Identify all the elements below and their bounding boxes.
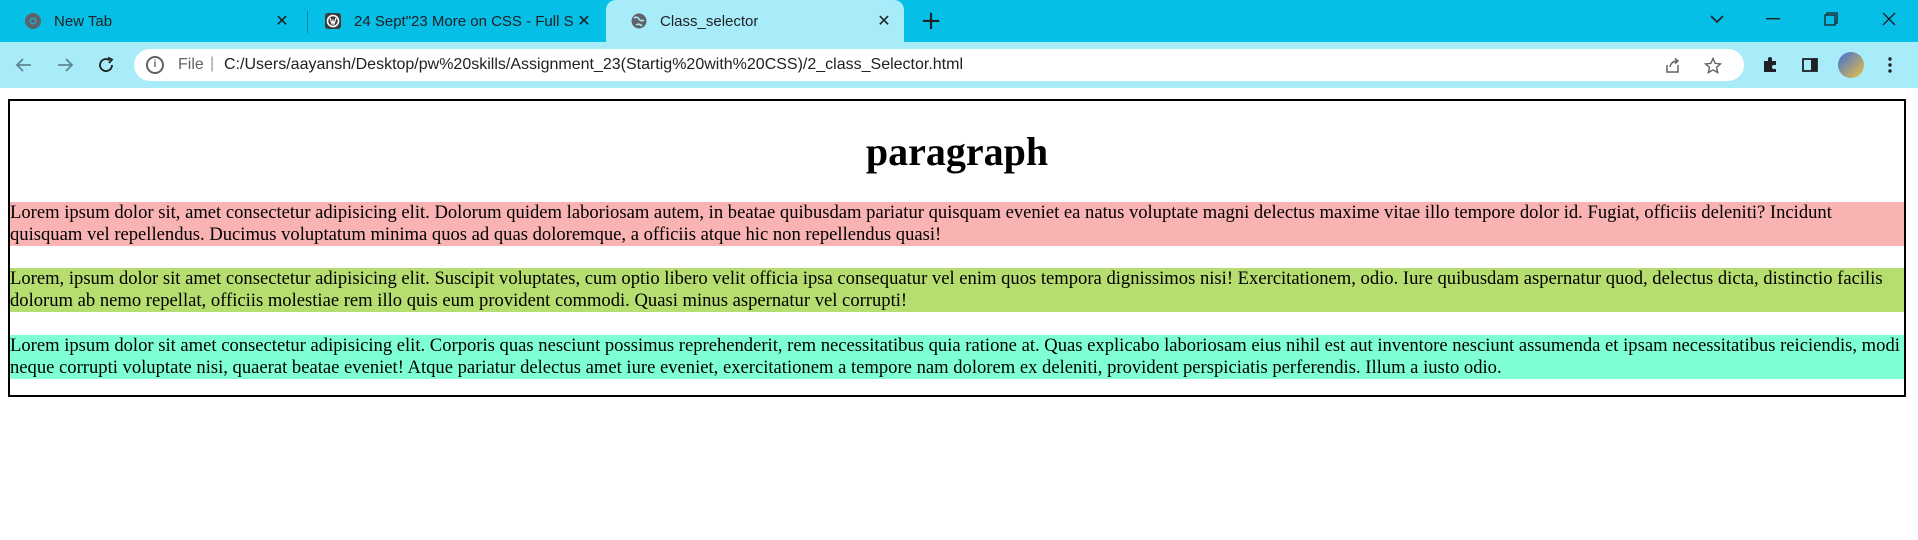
url-scheme: File [178,56,204,73]
paragraph-green: Lorem, ipsum dolor sit amet consectetur … [10,268,1904,312]
close-icon[interactable]: ✕ [574,11,594,31]
new-tab-button[interactable]: + [918,8,944,35]
page-container: paragraph Lorem ipsum dolor sit, amet co… [8,99,1906,397]
kebab-menu-icon[interactable] [1878,53,1902,77]
close-icon[interactable]: ✕ [272,11,292,31]
tab-class-selector[interactable]: Class_selector ✕ [606,0,904,42]
tab-strip: New Tab ✕ 24 Sept"23 More on CSS - Full … [0,0,1918,42]
page-heading: paragraph [865,129,1049,174]
profile-avatar[interactable] [1838,52,1864,78]
paragraph-aquamarine: Lorem ipsum dolor sit amet consectetur a… [10,335,1904,379]
url-text[interactable]: C:/Users/aayansh/Desktop/pw%20skills/Ass… [224,56,963,74]
close-window-icon[interactable] [1866,0,1912,38]
restore-icon[interactable] [1808,0,1854,38]
minimize-icon[interactable] [1750,0,1796,38]
browser-toolbar: i File | C:/Users/aayansh/Desktop/pw%20s… [0,42,1918,88]
back-arrow-icon[interactable] [10,51,38,79]
chrome-icon [24,12,42,30]
info-icon[interactable]: i [146,56,164,74]
url-divider: | [210,55,215,72]
address-bar[interactable]: i File | C:/Users/aayansh/Desktop/pw%20s… [134,49,1744,81]
side-panel-icon[interactable] [1798,53,1822,77]
tab-new-tab[interactable]: New Tab ✕ [0,0,302,42]
reload-icon[interactable] [92,51,120,79]
tab-title: New Tab [54,12,113,30]
extensions-icon[interactable] [1758,53,1782,77]
tab-title: 24 Sept"23 More on CSS - Full S [354,12,574,30]
share-icon[interactable] [1662,55,1684,77]
globe-icon [630,12,648,30]
tab-title: Class_selector [660,12,759,30]
tab-css-notes[interactable]: 24 Sept"23 More on CSS - Full S ✕ [300,0,604,42]
wordpress-icon [324,12,342,30]
tab-search-icon[interactable] [1694,0,1740,38]
paragraph-red: Lorem ipsum dolor sit, amet consectetur … [10,202,1904,246]
forward-arrow-icon[interactable] [51,51,79,79]
star-icon[interactable] [1702,55,1724,77]
close-icon[interactable]: ✕ [874,11,894,31]
